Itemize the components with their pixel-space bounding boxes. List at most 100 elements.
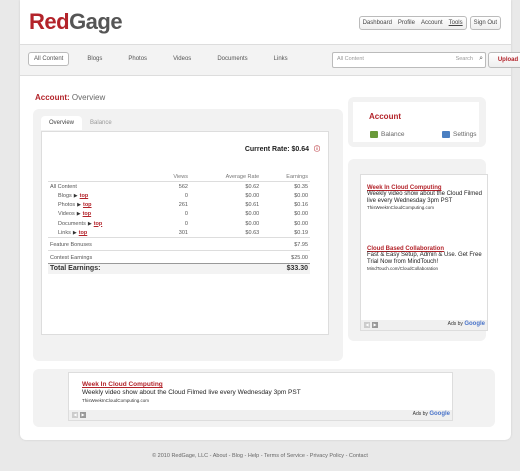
table-row: Documents ▶ top 0 $0.00 $0.00 [48,219,310,228]
row-label-text: Blogs [58,192,72,199]
ad-url[interactable]: ThisWeekInCloudComputing.com [367,205,485,210]
ad-url[interactable]: MindTouch.com/CloudCollaboration [367,266,485,271]
signout-group: Sign Out [469,16,501,30]
spacer [189,249,262,263]
row-earnings: $0.00 [294,220,308,227]
magnifier-icon[interactable]: ⌕ [479,55,483,63]
ad-description: Fast & Easy Setup, Admin & Use. Get Free… [367,252,482,265]
triangle-right-icon: ▶ [72,229,77,236]
row-label: Documents ▶ top [48,219,155,228]
content-nav: All Content Blogs Photos Videos Document… [28,52,314,66]
header-label [48,172,155,183]
row-rate: $0.62 [245,183,260,190]
row-label: Photos ▶ top [48,201,155,210]
nav-videos[interactable]: Videos [173,56,191,62]
ad-description: Weekly video show about the Cloud Filmed… [367,191,482,204]
ads-by-prefix: Ads by [412,411,428,417]
bottom-ad-box: Week In Cloud Computing Weekly video sho… [33,369,495,427]
row-views: 301 [178,229,188,236]
ads-by-brand: Google [464,321,485,327]
arrow-left-icon[interactable]: ◀ [72,412,78,418]
redgage-logo[interactable]: RedGage [29,9,123,35]
top-link[interactable]: top [79,230,88,236]
tab-balance[interactable]: Balance [82,116,120,130]
site-footer[interactable]: © 2010 RedGage, LLC - About - Blog - Hel… [0,453,520,459]
search-input[interactable]: All Content Search ⌕ [332,52,486,68]
top-link[interactable]: top [83,211,92,217]
feature-bonuses-label: Feature Bonuses [48,237,155,251]
feature-bonuses-value: $7.95 [261,237,310,251]
dashboard-link[interactable]: Dashboard [360,17,395,29]
row-label-text: Videos [58,211,75,218]
row-views: 562 [178,183,188,190]
header-earnings: Earnings [261,172,310,183]
spacer [154,237,190,251]
top-link[interactable]: top [80,193,89,199]
earnings-table: Views Average Rate Earnings All Content … [48,172,310,274]
balance-link[interactable]: Balance [370,131,405,138]
table-row: Contest Earnings $25.00 [48,249,310,263]
ads-by-google[interactable]: Ads by Google [448,321,485,327]
arrow-right-icon[interactable]: ▶ [372,322,378,328]
top-link[interactable]: top [83,202,92,208]
triangle-right-icon: ▶ [77,202,81,209]
row-rate: $0.61 [245,202,260,209]
signout-link[interactable]: Sign Out [471,17,500,29]
current-rate-label: Current Rate: [244,146,290,153]
row-label-text: Documents [58,220,86,227]
nav-blogs[interactable]: Blogs [87,56,102,62]
row-views: 261 [178,202,188,209]
info-icon[interactable]: ⓘ [314,147,320,153]
upload-button[interactable]: Upload [488,52,520,68]
arrow-right-icon[interactable]: ▶ [80,412,86,418]
logo-red-text: Red [29,9,70,34]
triangle-right-icon: ▶ [73,192,78,199]
table-row: Links ▶ top 301 $0.63 $0.19 [48,228,310,238]
contest-earnings-label: Contest Earnings [48,249,155,263]
overview-panel: Overview Balance Current Rate: $0.64 ⓘ V… [33,109,343,361]
ads-by-google[interactable]: Ads by Google [413,411,450,417]
account-box-inner: Account Balance Settings [353,102,479,142]
earnings-card: Current Rate: $0.64 ⓘ Views Average Rate… [41,131,329,335]
nav-documents[interactable]: Documents [217,56,247,62]
ad-item[interactable]: Week In Cloud Computing Weekly video sho… [367,185,485,210]
row-earnings: $0.00 [294,211,308,218]
row-rate: $0.00 [245,211,260,218]
page-title: Account: Overview [35,93,105,102]
account-link[interactable]: Account [418,17,446,29]
row-label: Videos ▶ top [48,210,155,219]
tab-overview[interactable]: Overview [41,116,83,130]
row-label: Links ▶ top [48,228,155,238]
side-ad-box: Week In Cloud Computing Weekly video sho… [348,159,488,341]
user-links-group: Dashboard Profile Account Tools [358,16,467,30]
nav-photos[interactable]: Photos [128,56,147,62]
account-box-title: Account [369,112,401,121]
balance-icon [370,131,378,138]
arrow-left-icon[interactable]: ◀ [364,322,370,328]
spacer [154,262,190,274]
row-label-text: Links [58,229,71,236]
tools-link[interactable]: Tools [446,17,466,29]
contest-earnings-value: $25.00 [261,249,310,263]
ad-url[interactable]: ThisWeekInCloudComputing.com [82,398,149,403]
spacer [189,262,262,274]
nav-all-content[interactable]: All Content [28,52,70,66]
ads-by-brand: Google [429,411,450,417]
ad-item[interactable]: Cloud Based Collaboration Fast & Easy Se… [367,246,485,271]
table-row: Videos ▶ top 0 $0.00 $0.00 [48,210,310,219]
settings-link[interactable]: Settings [442,131,477,138]
balance-label: Balance [381,131,405,139]
ads-by-prefix: Ads by [447,321,463,327]
profile-link[interactable]: Profile [395,17,418,29]
tab-bar: Overview Balance [41,116,120,130]
ad-title[interactable]: Week In Cloud Computing [82,381,163,388]
row-rate: $0.00 [245,220,260,227]
user-nav: Dashboard Profile Account Tools Sign Out [358,16,501,30]
settings-label: Settings [453,131,477,139]
nav-links[interactable]: Links [274,56,288,62]
header-rate: Average Rate [189,172,262,183]
total-row: Total Earnings: $33.30 [48,262,310,274]
page-container: RedGage Dashboard Profile Account Tools … [20,0,520,440]
bottom-ad-unit[interactable]: Week In Cloud Computing Weekly video sho… [68,372,453,421]
top-link[interactable]: top [94,221,103,227]
